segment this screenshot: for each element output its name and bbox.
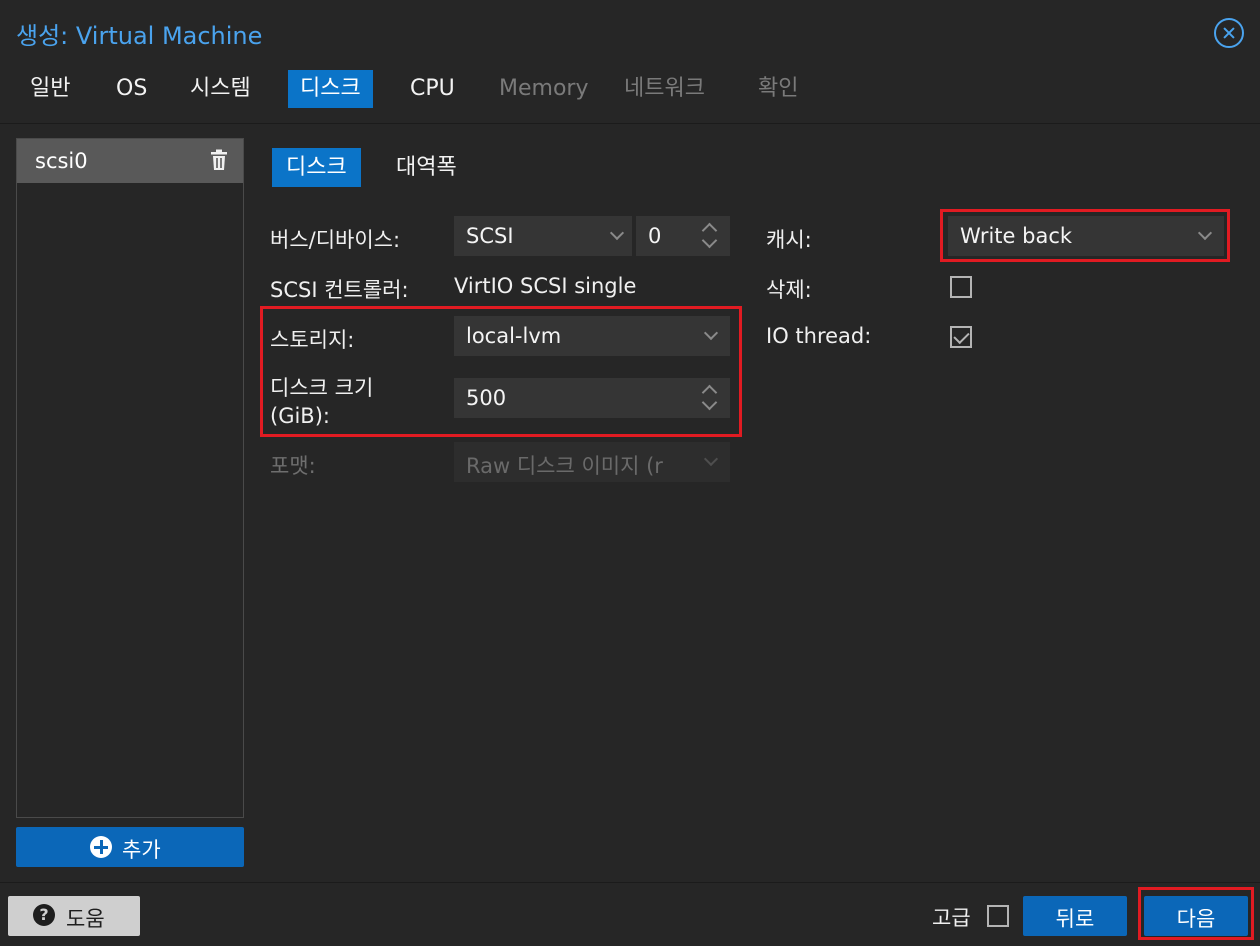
storage-label: 스토리지: [270,328,355,352]
help-button[interactable]: ? 도움 [8,896,140,936]
tab-general[interactable]: 일반 [18,70,82,108]
chevron-down-icon [1197,225,1213,241]
window-header: 생성: Virtual Machine [0,0,1260,62]
add-disk-button[interactable]: 추가 [16,827,244,867]
tab-disk[interactable]: 디스크 [288,70,373,108]
back-label: 뒤로 [1055,907,1095,931]
window-title: 생성: Virtual Machine [16,16,262,51]
format-value: Raw 디스크 이미지 (r [466,454,663,478]
tab-network: 네트워크 [624,76,705,101]
scsi-controller-value: VirtIO SCSI single [454,274,637,298]
bus-device-label: 버스/디바이스: [270,228,401,252]
subtab-bandwidth[interactable]: 대역폭 [382,148,471,187]
tab-confirm: 확인 [758,76,799,101]
subtab-disk[interactable]: 디스크 [272,148,361,187]
title-text: Virtual Machine [75,22,263,50]
question-circle-icon: ? [33,904,55,926]
io-thread-label: IO thread: [766,324,872,348]
footer-divider [0,882,1260,883]
discard-checkbox[interactable] [950,276,972,298]
spinner-icon[interactable] [700,221,718,251]
tab-os[interactable]: OS [104,70,159,108]
add-disk-label: 추가 [122,838,161,862]
chevron-down-icon [609,225,625,241]
advanced-label: 고급 [932,906,971,930]
spinner-icon[interactable] [700,383,718,413]
trash-icon[interactable] [209,149,229,171]
cache-value: Write back [960,224,1073,248]
disk-size-label-line1: 디스크 크기 [270,376,374,400]
chevron-down-icon [703,325,719,341]
disk-list: scsi0 [16,138,244,818]
help-label: 도움 [66,907,105,931]
device-number-value: 0 [648,224,662,248]
title-prefix: 생성: [16,22,69,50]
disk-list-item[interactable]: scsi0 [17,139,243,183]
next-label: 다음 [1176,907,1216,931]
next-button[interactable]: 다음 [1144,896,1248,936]
close-icon[interactable] [1214,18,1244,48]
plus-circle-icon [90,836,112,858]
cache-label: 캐시: [766,228,812,252]
chevron-down-icon [703,451,719,467]
wizard-tabs: 일반 OS 시스템 디스크 CPU Memory 네트워크 확인 [0,62,1260,122]
disk-item-label: scsi0 [35,149,88,173]
disk-size-input[interactable]: 500 [454,378,730,418]
cache-select[interactable]: Write back [948,216,1224,256]
format-label: 포맷: [270,454,316,478]
tab-system[interactable]: 시스템 [178,70,263,108]
disk-size-label-line2: (GiB): [270,404,330,428]
device-number-stepper[interactable]: 0 [636,216,730,256]
advanced-checkbox[interactable] [987,905,1009,927]
storage-value: local-lvm [466,324,562,348]
tab-cpu[interactable]: CPU [398,70,467,108]
bus-select[interactable]: SCSI [454,216,632,256]
scsi-controller-label: SCSI 컨트롤러: [270,278,409,302]
disk-size-value: 500 [466,386,507,410]
discard-label: 삭제: [766,278,812,302]
format-select: Raw 디스크 이미지 (r [454,442,730,482]
storage-select[interactable]: local-lvm [454,316,730,356]
back-button[interactable]: 뒤로 [1023,896,1127,936]
bus-value: SCSI [466,224,514,248]
io-thread-checkbox[interactable] [950,326,972,348]
tab-memory: Memory [499,76,589,101]
header-divider [0,123,1260,124]
